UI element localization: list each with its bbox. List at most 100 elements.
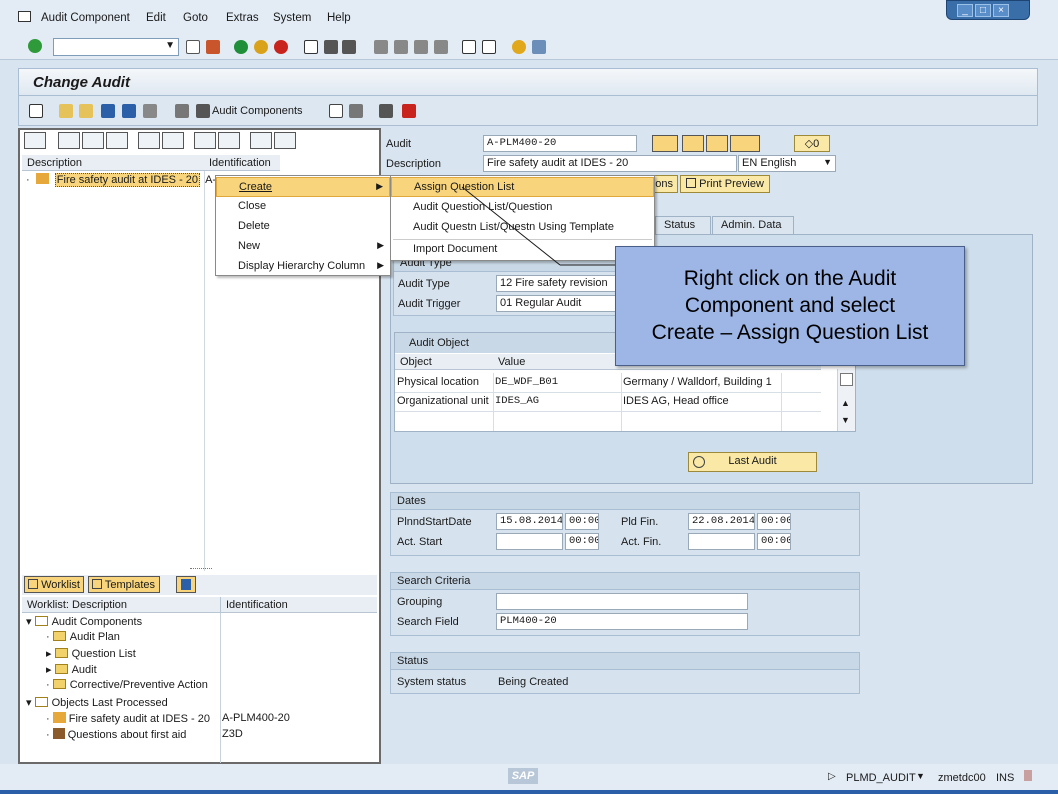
audit-field[interactable]: A-PLM400-20 bbox=[483, 135, 637, 152]
audit-type-field[interactable]: 12 Fire safety revision bbox=[496, 275, 626, 292]
expand-icon[interactable] bbox=[250, 132, 272, 149]
planned-finish-time-field[interactable]: 00:00 bbox=[757, 513, 791, 530]
actual-finish-time-field[interactable]: 00:00 bbox=[757, 533, 791, 550]
enter-check-icon[interactable] bbox=[28, 39, 42, 53]
worklist-row[interactable]: ▸ Audit bbox=[46, 663, 97, 679]
last-page-icon[interactable] bbox=[434, 40, 448, 54]
tab-admin-data[interactable]: Admin. Data bbox=[712, 216, 794, 234]
column-config-icon[interactable] bbox=[840, 373, 853, 386]
expand-status-icon[interactable]: ▷ bbox=[828, 771, 836, 782]
worklist-column-description[interactable]: Worklist: Description bbox=[22, 597, 220, 613]
back-icon[interactable] bbox=[234, 40, 248, 54]
save-icon[interactable] bbox=[206, 40, 220, 54]
last-audit-button[interactable]: Last Audit bbox=[688, 452, 817, 472]
grouping-field[interactable] bbox=[496, 593, 748, 610]
tree-row-audit[interactable]: · Fire safety audit at IDES - 20 A- bbox=[26, 173, 216, 189]
hierarchy-icon[interactable] bbox=[175, 104, 189, 118]
create-document-icon[interactable] bbox=[652, 135, 678, 152]
report-icon[interactable] bbox=[402, 104, 416, 118]
audit-trigger-field[interactable]: 01 Regular Audit bbox=[496, 295, 626, 312]
counter-button[interactable]: ◇0 bbox=[794, 135, 830, 152]
context-menu-display-hierarchy-column[interactable]: Display Hierarchy Column ▶ bbox=[216, 257, 390, 277]
minimize-icon[interactable]: _ bbox=[957, 4, 973, 17]
command-field[interactable]: ▼ bbox=[53, 38, 179, 56]
maximize-icon[interactable]: □ bbox=[975, 4, 991, 17]
worklist-row[interactable]: · Fire safety audit at IDES - 20 bbox=[46, 712, 210, 728]
description-field[interactable]: Fire safety audit at IDES - 20 bbox=[483, 155, 737, 172]
copy-icon[interactable] bbox=[82, 132, 104, 149]
find-icon[interactable] bbox=[194, 132, 216, 149]
find-icon[interactable] bbox=[324, 40, 338, 54]
collapse-triangle-icon[interactable]: ▸ bbox=[46, 648, 52, 660]
collapse-icon[interactable] bbox=[274, 132, 296, 149]
worklist-row[interactable]: ▾ Audit Components bbox=[26, 615, 142, 631]
find-next-icon[interactable] bbox=[218, 132, 240, 149]
org-structure-icon[interactable] bbox=[379, 104, 393, 118]
menu-edit[interactable]: Edit bbox=[146, 12, 166, 24]
open-folder-icon[interactable] bbox=[59, 104, 73, 118]
back-arrow-icon[interactable] bbox=[186, 40, 200, 54]
splitter-handle[interactable] bbox=[190, 568, 212, 571]
help-icon[interactable] bbox=[512, 40, 526, 54]
arrow-left-icon[interactable] bbox=[101, 104, 115, 118]
chevron-down-icon[interactable]: ▼ bbox=[916, 771, 925, 781]
audit-object-column-value[interactable]: Value bbox=[493, 354, 621, 370]
context-menu-close[interactable]: Close bbox=[216, 197, 390, 217]
cell-value[interactable]: DE_WDF_B01 bbox=[495, 376, 558, 388]
planned-start-time-field[interactable]: 00:00 bbox=[565, 513, 599, 530]
table-row[interactable]: Organizational unit IDES_AG IDES AG, Hea… bbox=[395, 392, 821, 411]
display-icon[interactable] bbox=[29, 104, 43, 118]
print-icon[interactable] bbox=[304, 40, 318, 54]
worklist-tab[interactable]: Worklist bbox=[24, 576, 84, 593]
worklist-row[interactable]: ▸ Question List bbox=[46, 647, 136, 663]
worklist-column-identification[interactable]: Identification bbox=[220, 597, 377, 613]
actual-start-date-field[interactable] bbox=[496, 533, 563, 550]
settings-icon[interactable] bbox=[349, 104, 363, 118]
delete-icon[interactable] bbox=[162, 132, 184, 149]
create-session-icon[interactable] bbox=[462, 40, 476, 54]
tree-column-description[interactable]: Description bbox=[22, 155, 204, 171]
worklist-row[interactable]: · Questions about first aid bbox=[46, 728, 186, 744]
chevron-down-icon[interactable]: ▼ bbox=[823, 157, 832, 167]
menu-extras[interactable]: Extras bbox=[226, 12, 259, 24]
menu-system[interactable]: System bbox=[273, 12, 311, 24]
cell-value[interactable]: IDES_AG bbox=[495, 395, 539, 407]
tree-column-identification[interactable]: Identification bbox=[204, 155, 280, 171]
shortcut-icon[interactable] bbox=[482, 40, 496, 54]
worklist-icon[interactable] bbox=[329, 104, 343, 118]
close-icon[interactable]: × bbox=[993, 4, 1009, 17]
expand-triangle-icon[interactable]: ▾ bbox=[26, 697, 32, 709]
planned-finish-date-field[interactable]: 22.08.2014 bbox=[688, 513, 755, 530]
context-menu-create[interactable]: Create ▶ bbox=[216, 177, 390, 197]
language-select[interactable]: EN English ▼ bbox=[738, 155, 836, 172]
actual-start-time-field[interactable]: 00:00 bbox=[565, 533, 599, 550]
table-row[interactable]: Physical location DE_WDF_B01 Germany / W… bbox=[395, 373, 821, 392]
audit-object-column-object[interactable]: Object bbox=[395, 354, 493, 370]
binoculars-icon[interactable] bbox=[196, 104, 210, 118]
menu-icon[interactable] bbox=[18, 11, 31, 22]
arrow-right-icon[interactable] bbox=[122, 104, 136, 118]
worklist-row[interactable]: · Audit Plan bbox=[46, 631, 120, 647]
templates-tab[interactable]: Templates bbox=[88, 576, 160, 593]
translate-icon[interactable] bbox=[730, 135, 760, 152]
print-preview-button[interactable]: Print Preview bbox=[680, 175, 770, 193]
scroll-down-icon[interactable]: ▼ bbox=[841, 415, 850, 425]
menu-audit-component[interactable]: Audit Component bbox=[41, 12, 130, 24]
first-page-icon[interactable] bbox=[374, 40, 388, 54]
attachment-icon[interactable] bbox=[682, 135, 704, 152]
cut-icon[interactable] bbox=[58, 132, 80, 149]
worklist-row[interactable]: · Corrective/Preventive Action bbox=[46, 679, 208, 695]
folder-icon[interactable] bbox=[79, 104, 93, 118]
tab-status[interactable]: Status bbox=[655, 216, 711, 234]
worklist-row[interactable]: ▾ Objects Last Processed bbox=[26, 696, 168, 712]
create-icon[interactable] bbox=[24, 132, 46, 149]
menu-help[interactable]: Help bbox=[327, 12, 351, 24]
scroll-up-icon[interactable]: ▲ bbox=[841, 398, 850, 408]
replace-icon[interactable] bbox=[138, 132, 160, 149]
menu-goto[interactable]: Goto bbox=[183, 12, 208, 24]
expand-triangle-icon[interactable]: ▾ bbox=[26, 616, 32, 628]
cancel-icon[interactable] bbox=[274, 40, 288, 54]
layout-icon[interactable] bbox=[532, 40, 546, 54]
actual-finish-date-field[interactable] bbox=[688, 533, 755, 550]
table-row[interactable] bbox=[395, 411, 821, 430]
